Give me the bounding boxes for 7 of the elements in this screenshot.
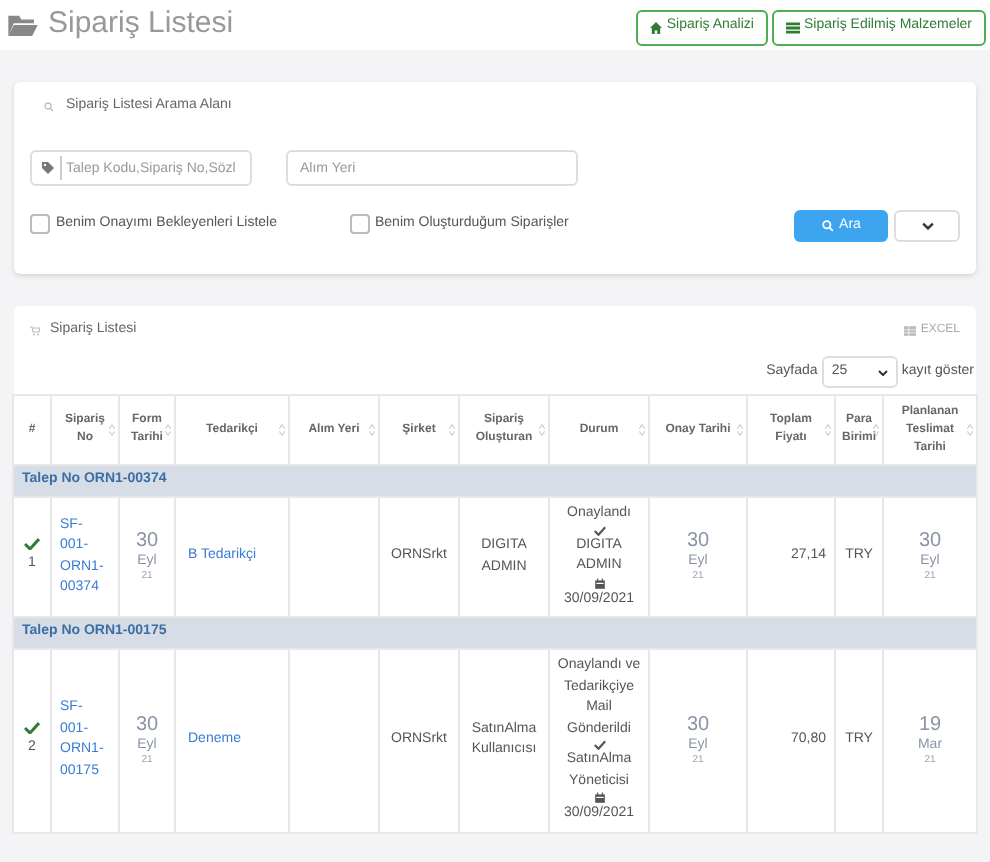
date-day: 30 [686,715,710,736]
date-day: 30 [135,715,159,736]
date-day: 30 [918,532,942,552]
date-day: 30 [686,532,710,552]
date-day: 19 [918,715,942,736]
date-day: 30 [135,532,159,552]
page-title: Sipariş Listesi [48,4,234,45]
